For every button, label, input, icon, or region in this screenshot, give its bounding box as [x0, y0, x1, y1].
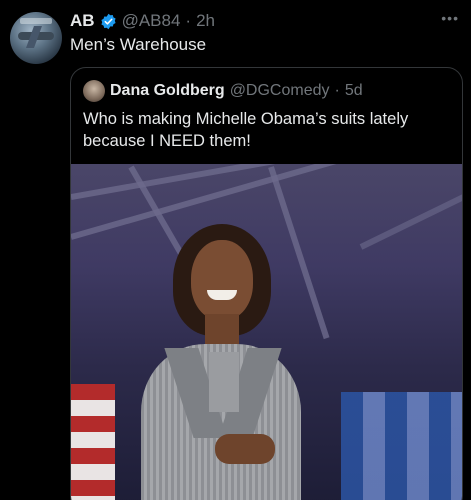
quoted-tweet[interactable]: Dana Goldberg @DGComedy · 5d Who is maki…	[70, 67, 463, 500]
ceiling-beam	[359, 182, 462, 250]
author-avatar[interactable]	[10, 12, 62, 64]
person-figure	[101, 224, 341, 500]
author-name[interactable]: AB	[70, 11, 95, 31]
quote-author-avatar[interactable]	[83, 80, 105, 102]
quote-media-photo[interactable]	[71, 164, 462, 500]
quote-author-name[interactable]: Dana Goldberg	[110, 82, 225, 100]
quote-text: Who is making Michelle Obama’s suits lat…	[83, 110, 409, 150]
flag-blue-panel	[341, 392, 462, 500]
hands	[215, 434, 275, 464]
tweet-header: AB @AB84 · 2h	[70, 10, 215, 32]
face	[191, 240, 253, 320]
separator-dot: ·	[185, 11, 192, 30]
more-dots-icon[interactable]: •••	[441, 10, 459, 26]
author-handle[interactable]: @AB84	[122, 11, 181, 31]
tweet-time[interactable]: 2h	[196, 11, 215, 31]
quote-author-handle[interactable]: @DGComedy	[230, 82, 330, 100]
quote-header: Dana Goldberg @DGComedy · 5d	[83, 80, 363, 102]
verified-badge-icon	[100, 13, 116, 29]
avatar-text-mark	[20, 18, 52, 24]
tweet[interactable]: AB @AB84 · 2h ••• Men’s Warehouse Dana G…	[0, 0, 471, 500]
suit-top	[209, 352, 239, 412]
quote-time[interactable]: 5d	[345, 82, 363, 100]
tweet-text: Men’s Warehouse	[70, 35, 207, 54]
separator-dot: ·	[334, 82, 340, 99]
